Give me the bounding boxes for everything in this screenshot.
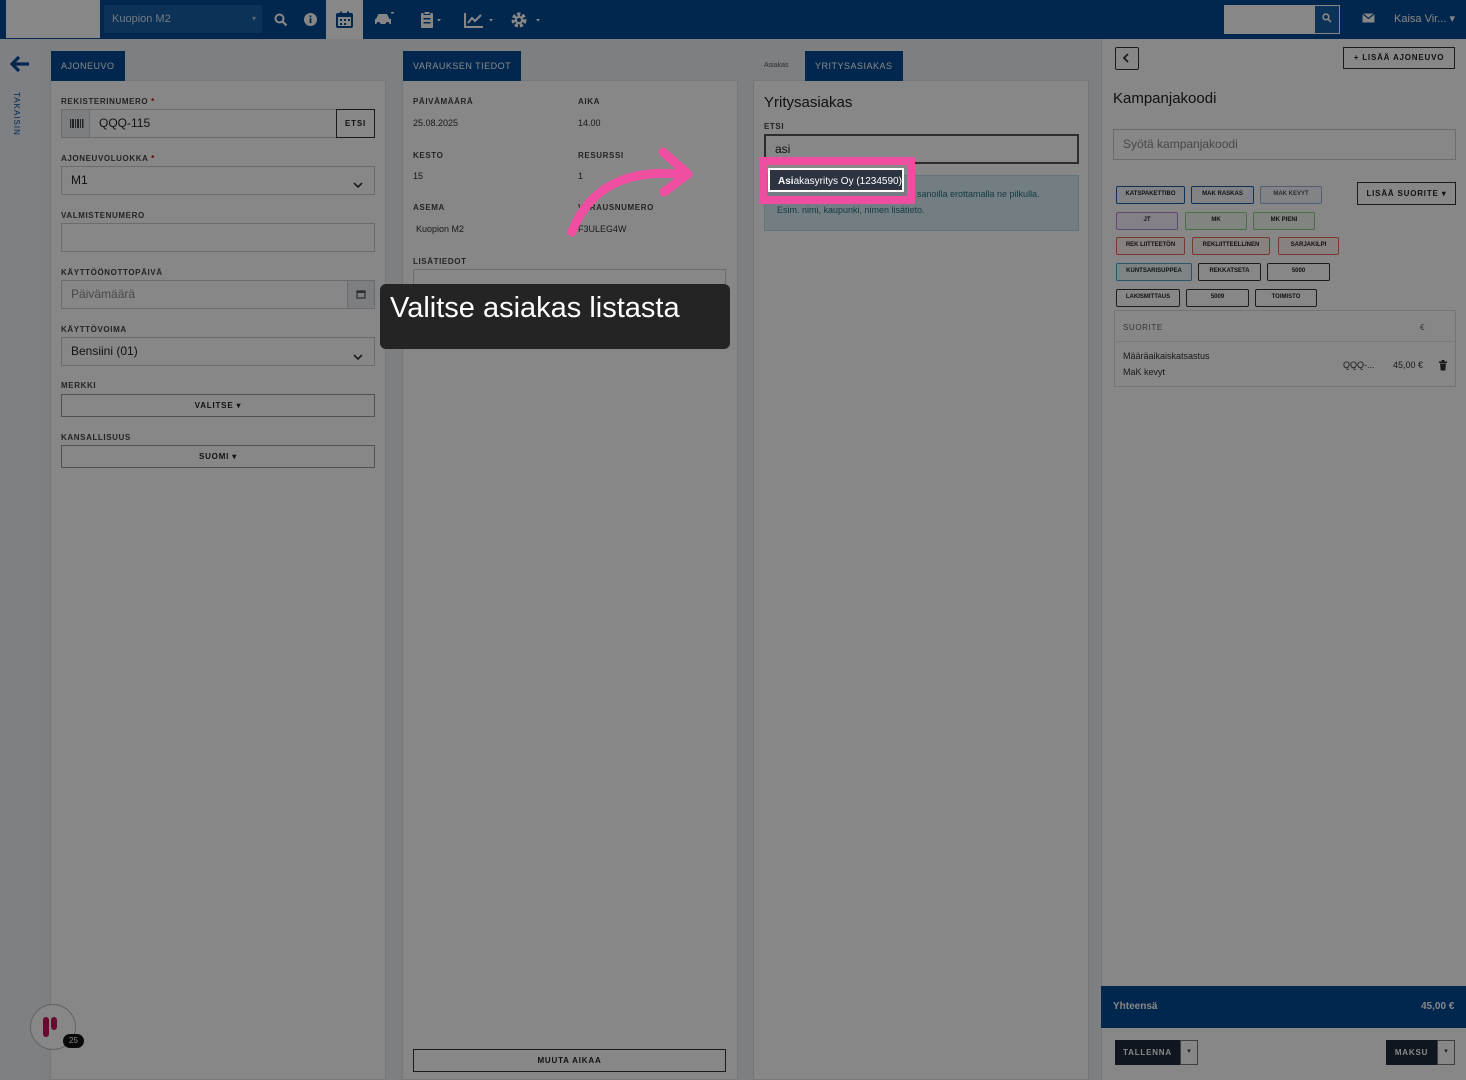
guide-tooltip: Valitse asiakas listasta bbox=[380, 284, 730, 349]
guide-overlay bbox=[0, 0, 1466, 1080]
customer-search-result[interactable]: Asiakasyritys Oy (1234590) bbox=[768, 168, 904, 192]
result-match-text: Asi bbox=[778, 176, 794, 187]
guide-arrow-icon bbox=[567, 147, 693, 237]
result-rest-text: akasyritys Oy (1234590) bbox=[793, 176, 902, 187]
